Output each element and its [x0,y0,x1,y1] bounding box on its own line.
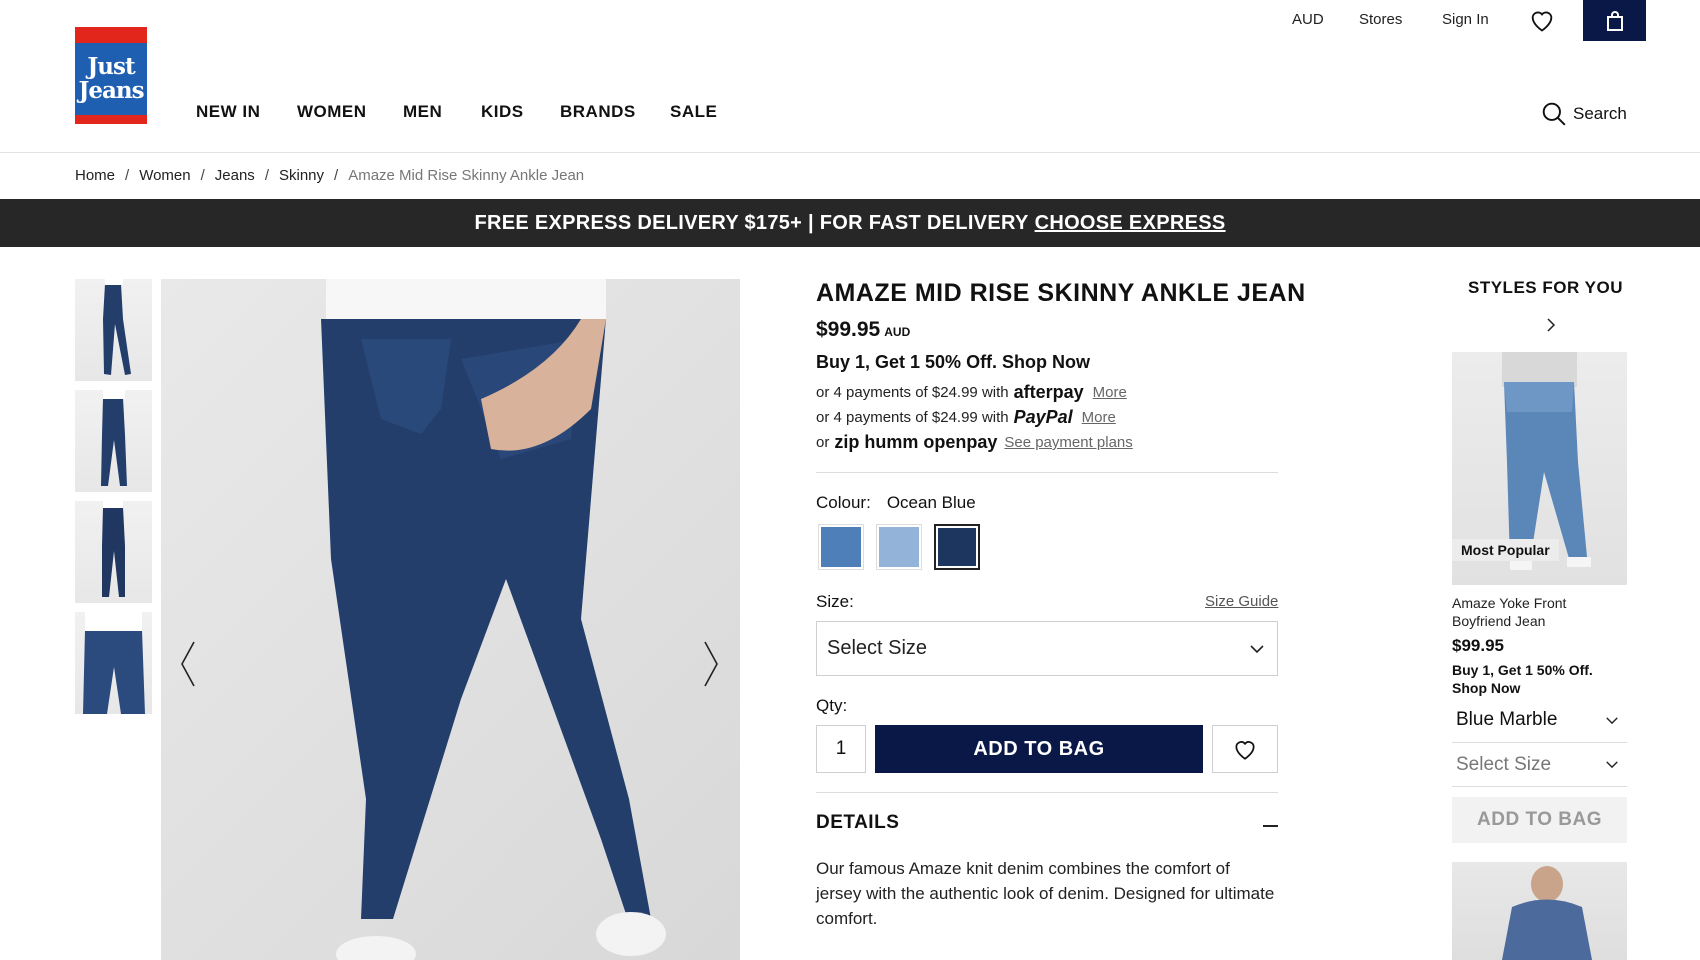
recommended-product-offer[interactable]: Buy 1, Get 1 50% Off. Shop Now [1452,661,1627,697]
recommended-size-select[interactable]: Select Size [1452,743,1627,787]
wishlist-heart-icon[interactable] [1528,6,1556,34]
search-button[interactable]: Search [1541,101,1627,127]
styles-for-you-heading: STYLES FOR YOU [1468,278,1623,297]
promo-text: FREE EXPRESS DELIVERY $175+ | FOR FAST D… [474,211,1029,234]
breadcrumb-separator: / [334,167,339,184]
zip-line: or zip humm openpay See payment plans [816,432,1133,453]
recommended-colour-select[interactable]: Blue Marble [1452,698,1627,742]
nav-sale[interactable]: SALE [670,102,717,122]
add-to-bag-button[interactable]: ADD TO BAG [875,725,1203,773]
size-label: Size: [816,592,854,611]
zip-logo: zip [834,432,860,452]
colour-value: Ocean Blue [886,493,976,512]
price-currency: AUD [884,325,911,339]
image-next-chevron-right-icon[interactable] [701,640,721,688]
afterpay-more-link[interactable]: More [1093,384,1127,401]
shopping-bag-icon [1606,10,1623,31]
breadcrumb: Home / Women / Jeans / Skinny / Amaze Mi… [75,167,584,184]
breadcrumb-home[interactable]: Home [75,167,115,184]
colour-swatch-1[interactable] [818,524,864,570]
details-description: Our famous Amaze knit denim combines the… [816,859,1275,928]
logo-text-just: Just [87,53,135,80]
details-heading[interactable]: DETAILS [816,812,899,834]
recommended-add-to-bag-button[interactable]: ADD TO BAG [1452,797,1627,843]
product-thumbnail-3[interactable] [75,501,152,603]
zip-prefix: or [816,434,830,451]
recommended-product-image-2[interactable] [1452,862,1627,960]
breadcrumb-separator: / [125,167,130,184]
colour-swatch-2[interactable] [876,524,922,570]
openpay-logo: openpay [923,432,998,452]
afterpay-prefix: or 4 payments of $24.99 with [816,384,1009,401]
size-select-value: Select Size [827,637,928,659]
heart-icon [1235,741,1255,760]
afterpay-line: or 4 payments of $24.99 with afterpay Mo… [816,382,1127,403]
search-icon [1542,102,1566,126]
colour-row: Colour: Ocean Blue [816,493,976,513]
just-jeans-logo[interactable]: Just Jeans [75,27,147,124]
breadcrumb-separator: / [264,167,269,184]
shopping-bag-button[interactable] [1583,0,1646,41]
colour-swatch-3-selected[interactable] [934,524,980,570]
recommended-product-price: $99.95 [1452,636,1504,655]
paypal-line: or 4 payments of $24.99 with PayPal More [816,407,1116,428]
breadcrumb-skinny[interactable]: Skinny [279,167,324,184]
nav-kids[interactable]: KIDS [481,102,524,122]
choose-express-link[interactable]: CHOOSE EXPRESS [1035,212,1226,235]
breadcrumb-women[interactable]: Women [139,167,190,184]
nav-new-in[interactable]: NEW IN [196,102,260,122]
nav-brands[interactable]: BRANDS [560,102,636,122]
product-thumbnail-2[interactable] [75,390,152,492]
recommended-size-value: Select Size [1456,753,1552,775]
size-select[interactable]: Select Size [816,621,1278,676]
logo-text-jeans: Jeans [78,77,144,104]
paypal-more-link[interactable]: More [1082,409,1116,426]
product-thumbnail-4[interactable] [75,612,152,714]
product-offer-link[interactable]: Buy 1, Get 1 50% Off. Shop Now [816,352,1090,373]
product-main-image [161,279,740,960]
size-guide-link[interactable]: Size Guide [1205,593,1278,610]
collapse-minus-icon[interactable] [1263,825,1278,827]
image-prev-chevron-left-icon[interactable] [178,640,198,688]
breadcrumb-current: Amaze Mid Rise Skinny Ankle Jean [348,167,585,184]
styles-next-chevron-right-icon[interactable] [1544,314,1558,336]
paypal-prefix: or 4 payments of $24.99 with [816,409,1009,426]
header-divider [0,152,1700,153]
currency-link[interactable]: AUD [1292,11,1324,28]
paypal-logo: PayPal [1013,407,1073,427]
product-thumbnail-1[interactable] [75,279,152,381]
breadcrumb-separator: / [200,167,205,184]
promo-banner: FREE EXPRESS DELIVERY $175+ | FOR FAST D… [0,199,1700,247]
details-divider [816,792,1278,793]
search-label: Search [1573,104,1627,123]
chevron-down-icon [1606,761,1618,769]
nav-women[interactable]: WOMEN [297,102,367,122]
price-value: $99.95 [816,318,881,341]
recommended-product-name[interactable]: Amaze Yoke Front Boyfriend Jean [1452,594,1622,630]
humm-logo: humm [864,432,919,452]
qty-input[interactable]: 1 [816,725,866,773]
info-divider [816,472,1278,473]
nav-men[interactable]: MEN [403,102,442,122]
product-title: AMAZE MID RISE SKINNY ANKLE JEAN [816,279,1306,307]
see-payment-plans-link[interactable]: See payment plans [1004,434,1132,451]
stores-link[interactable]: Stores [1359,11,1402,28]
chevron-down-icon [1606,716,1618,724]
breadcrumb-jeans[interactable]: Jeans [215,167,255,184]
colour-label: Colour: [816,493,871,512]
add-to-wishlist-button[interactable] [1212,725,1278,773]
afterpay-logo: afterpay [1013,382,1084,402]
chevron-down-icon [1250,644,1264,653]
qty-label: Qty: [816,696,848,715]
product-price: $99.95 AUD [816,318,910,342]
most-popular-badge: Most Popular [1452,539,1559,561]
recommended-colour-value: Blue Marble [1456,709,1558,730]
sign-in-link[interactable]: Sign In [1442,11,1489,28]
